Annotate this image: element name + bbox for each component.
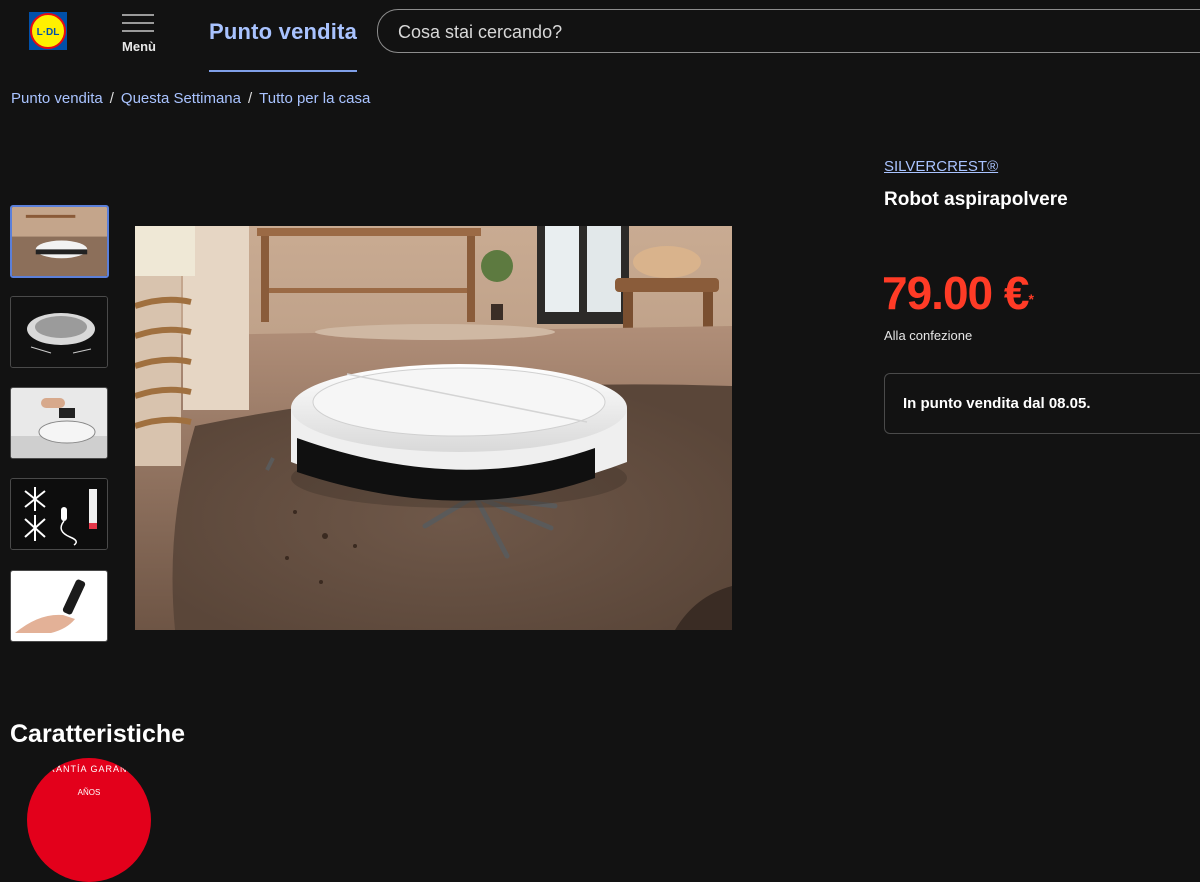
breadcrumb-separator: / [109, 90, 114, 107]
breadcrumb-link-punto-vendita[interactable]: Punto vendita [11, 90, 103, 107]
breadcrumb: Punto vendita / Questa Settimana / Tutto per… [11, 90, 370, 107]
top-header: L·DL Menù Punto vendita [0, 0, 1200, 72]
product-title: Robot aspirapolvere [884, 189, 1068, 210]
thumbnail-remote-in-hand[interactable] [10, 570, 108, 642]
breadcrumb-link-tutto-per-la-casa[interactable]: Tutto per la casa [259, 90, 370, 107]
price-value: 79.00 € [882, 267, 1029, 319]
search-input[interactable] [396, 10, 1100, 54]
availability-box: In punto vendita dal 08.05. [884, 373, 1200, 434]
features-heading: Caratteristiche [10, 720, 186, 748]
warranty-badge-subtext: AÑOS [77, 788, 101, 797]
breadcrumb-separator: / [248, 90, 253, 107]
active-tab-underline [209, 70, 358, 72]
main-product-image[interactable] [135, 226, 732, 630]
price-footnote-mark: * [1028, 291, 1034, 307]
warranty-badge-text: GARANTÍA GARANZIA [33, 764, 145, 774]
thumbnail-robot-in-room[interactable] [10, 205, 109, 278]
availability-text: In punto vendita dal 08.05. [903, 395, 1091, 412]
thumbnail-robot-hand-lift[interactable] [10, 387, 108, 459]
search-box[interactable] [377, 9, 1200, 54]
tab-label: Punto vendita [209, 19, 358, 44]
price-unit: Alla confezione [884, 328, 973, 343]
svg-text:L·DL: L·DL [37, 27, 60, 38]
brand-link[interactable]: SILVERCREST® [884, 158, 998, 175]
warranty-badge-icon: GARANTÍA GARANZIA AÑOS [27, 758, 151, 882]
tab-punto-vendita[interactable]: Punto vendita [209, 19, 358, 72]
thumbnail-accessories[interactable] [10, 478, 108, 550]
lidl-logo[interactable]: L·DL [29, 12, 67, 50]
menu-button[interactable]: Menù [118, 14, 160, 58]
product-price: 79.00 €* [882, 267, 1034, 319]
thumbnail-robot-top-view[interactable] [10, 296, 108, 368]
hamburger-icon [122, 14, 154, 32]
breadcrumb-link-questa-settimana[interactable]: Questa Settimana [121, 90, 241, 107]
menu-label: Menù [122, 39, 156, 54]
